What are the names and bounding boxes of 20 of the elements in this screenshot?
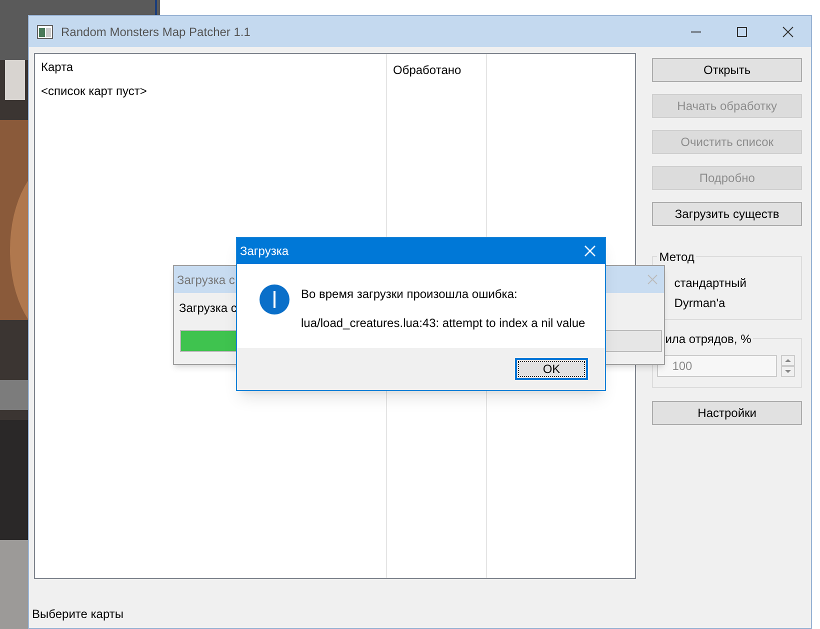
column-header: Обработано: [393, 63, 462, 77]
maximize-icon[interactable]: [736, 26, 748, 38]
message-text: Во время загрузки произошла ошибка:: [301, 286, 518, 303]
message-text: lua/load_creatures.lua:43: attempt to index a nil value: [301, 315, 586, 332]
window-title: Random Monsters Map Patcher 1.1: [61, 24, 250, 40]
column-header: Карта: [41, 59, 74, 76]
push-button[interactable]: Открыть: [652, 58, 802, 82]
push-button[interactable]: Загрузить существ: [652, 202, 802, 226]
radio-label: стандартный: [674, 275, 746, 292]
status-text: Выберите карты: [32, 606, 124, 623]
push-button[interactable]: Настройки: [652, 401, 802, 425]
info-icon: [259, 284, 290, 315]
dialog-title: Загрузка с: [177, 272, 235, 288]
spin-arrows-icon[interactable]: [781, 355, 796, 377]
ok-button[interactable]: OK: [515, 358, 588, 380]
close-icon[interactable]: [782, 26, 794, 38]
dialog-title: Загрузка: [240, 243, 289, 260]
table-cell-text: <список карт пуст>: [41, 83, 148, 100]
window-icon: [37, 24, 53, 38]
radio-label: Dyrman'a: [674, 295, 726, 312]
